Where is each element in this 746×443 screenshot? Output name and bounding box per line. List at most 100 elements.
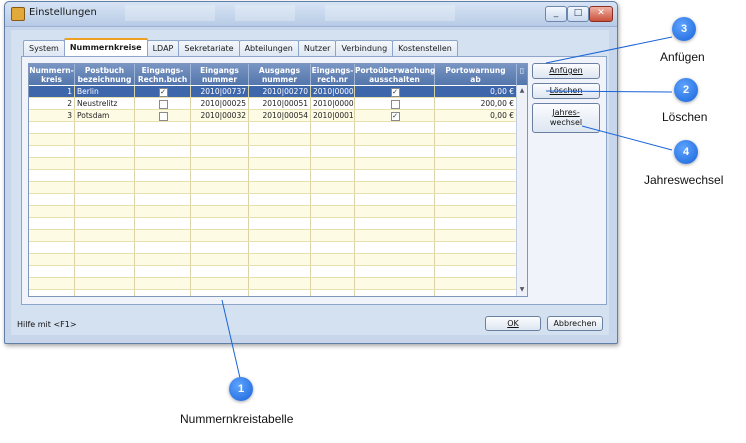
table-cell-ausgang	[249, 290, 311, 296]
tab-kostenstellen[interactable]: Kostenstellen	[392, 40, 458, 56]
table-row[interactable]	[29, 266, 517, 278]
table-cell-eingang	[191, 206, 249, 217]
nummernkreis-table[interactable]: ▯ Nummern-kreis Postbuch bezeichnung Eingan…	[28, 63, 528, 297]
column-header[interactable]: Eingangs nummer	[191, 64, 249, 85]
checkbox[interactable]	[158, 112, 168, 121]
tab-system[interactable]: System	[23, 40, 65, 56]
table-cell-eingang	[191, 230, 249, 241]
table-cell-porto_aus	[355, 122, 435, 133]
column-header[interactable]: Nummern-kreis	[29, 64, 75, 85]
ok-button[interactable]: OK	[485, 316, 541, 331]
annotation-bubble-1: 1	[229, 377, 253, 401]
table-cell-eingang: 2010|00025	[191, 98, 249, 109]
table-cell-rechbuch	[135, 266, 191, 277]
table-row[interactable]	[29, 194, 517, 206]
table-row[interactable]	[29, 134, 517, 146]
year-change-button[interactable]: Jahres- wechsel	[532, 103, 600, 133]
table-row[interactable]	[29, 170, 517, 182]
column-header[interactable]: Eingangs-rech.nr	[311, 64, 355, 85]
table-cell-porto_aus	[355, 98, 435, 109]
scroll-down-icon[interactable]: ▼	[518, 286, 526, 294]
column-header-line1: Eingangs-	[141, 66, 184, 75]
checkbox[interactable]	[390, 100, 400, 109]
table-row[interactable]	[29, 290, 517, 296]
table-cell-ausgang	[249, 278, 311, 289]
table-cell-eingang	[191, 254, 249, 265]
tab-nummernkreise[interactable]: Nummernkreise	[63, 38, 148, 57]
tab-nutzer[interactable]: Nutzer	[297, 40, 337, 56]
title-bar[interactable]: Einstellungen _ □ ✕	[5, 2, 617, 27]
column-header-line2: rech.nr	[317, 75, 348, 84]
maximize-button[interactable]: □	[567, 6, 589, 22]
table-row[interactable]: 2 Neustrelitz 2010|00025 2010|00051 2010|000…	[29, 98, 517, 110]
cancel-button[interactable]: Abbrechen	[547, 316, 603, 331]
annotation-label-table: Nummernkreistabelle	[180, 412, 294, 426]
titlebar-glare	[125, 5, 215, 21]
annotation-bubble-2: 2	[674, 78, 698, 102]
checkbox[interactable]: ✓	[158, 88, 168, 97]
checkbox[interactable]	[158, 100, 168, 109]
table-row[interactable]	[29, 230, 517, 242]
table-cell-rechnr: 2010|00006	[313, 86, 355, 97]
minimize-button[interactable]: _	[545, 6, 567, 22]
table-cell-rechnr	[311, 122, 355, 133]
table-cell-warnung	[435, 206, 517, 217]
table-row[interactable]	[29, 242, 517, 254]
table-cell-ausgang	[249, 230, 311, 241]
column-header[interactable]: Portoüberwachung ausschalten	[355, 64, 435, 85]
tab-verbindung[interactable]: Verbindung	[335, 40, 394, 56]
annotation-label-year: Jahreswechsel	[644, 173, 724, 187]
add-button[interactable]: Anfügen	[532, 63, 600, 79]
table-cell-warnung	[435, 242, 517, 253]
column-header-line2: ausschalten	[369, 75, 420, 84]
table-cell-nr	[29, 182, 75, 193]
table-cell-bez	[75, 194, 135, 205]
column-header[interactable]: Eingangs- Rechn.buch	[135, 64, 191, 85]
tab-panel-nummernkreise: ▯ Nummern-kreis Postbuch bezeichnung Eingan…	[21, 56, 607, 305]
titlebar-glare	[325, 5, 455, 21]
column-chooser-icon[interactable]: ▯	[517, 64, 527, 85]
table-cell-ausgang	[249, 158, 311, 169]
table-cell-rechbuch	[135, 230, 191, 241]
table-cell-ausgang: 2010|00054	[249, 110, 311, 121]
table-cell-eingang	[191, 122, 249, 133]
table-row[interactable]	[29, 278, 517, 290]
table-cell-eingang: 2010|00737	[191, 86, 249, 97]
tab-sekretariate[interactable]: Sekretariate	[178, 40, 240, 56]
table-cell-nr: 3	[29, 110, 75, 121]
tab-abteilungen[interactable]: Abteilungen	[238, 40, 299, 56]
column-header[interactable]: Ausgangs nummer	[249, 64, 311, 85]
table-cell-porto_aus	[355, 266, 435, 277]
table-cell-bez: Berlin	[75, 86, 135, 97]
table-row[interactable]	[29, 122, 517, 134]
annotation-label-add: Anfügen	[660, 50, 705, 64]
vertical-scrollbar[interactable]: ▲ ▼	[516, 85, 527, 296]
annotation-bubble-4: 4	[674, 140, 698, 164]
table-row[interactable]	[29, 218, 517, 230]
table-cell-warnung	[435, 278, 517, 289]
column-header[interactable]: Postbuch bezeichnung	[75, 64, 135, 85]
table-row[interactable]	[29, 158, 517, 170]
table-row[interactable]	[29, 254, 517, 266]
table-cell-nr	[29, 290, 75, 296]
table-cell-rechnr	[311, 278, 355, 289]
table-row[interactable]	[29, 146, 517, 158]
status-bar: Hilfe mit <F1> OK Abbrechen	[11, 310, 609, 335]
checkbox[interactable]: ✓	[390, 88, 400, 97]
window-title: Einstellungen	[29, 7, 97, 18]
tab-ldap[interactable]: LDAP	[146, 40, 180, 56]
table-row[interactable]: 3 Potsdam 2010|00032 2010|00054 2010|00012 ✓ 0…	[29, 110, 517, 122]
table-row[interactable]	[29, 182, 517, 194]
annotation-label-delete: Löschen	[662, 110, 708, 124]
column-header[interactable]: Portowarnung ab	[435, 64, 517, 85]
close-button[interactable]: ✕	[589, 6, 613, 22]
column-header-line1: Eingangs-	[311, 66, 354, 75]
checkbox[interactable]: ✓	[390, 112, 400, 121]
table-row[interactable]	[29, 206, 517, 218]
table-cell-rechbuch	[135, 134, 191, 145]
table-cell-warnung	[435, 158, 517, 169]
table-cell-bez	[75, 254, 135, 265]
delete-button[interactable]: Löschen	[532, 83, 600, 99]
scroll-up-icon[interactable]: ▲	[518, 87, 526, 95]
table-row[interactable]: 1 Berlin ✓ 2010|00737 2010|00270 2010|00006 ✓ 0…	[29, 86, 517, 98]
